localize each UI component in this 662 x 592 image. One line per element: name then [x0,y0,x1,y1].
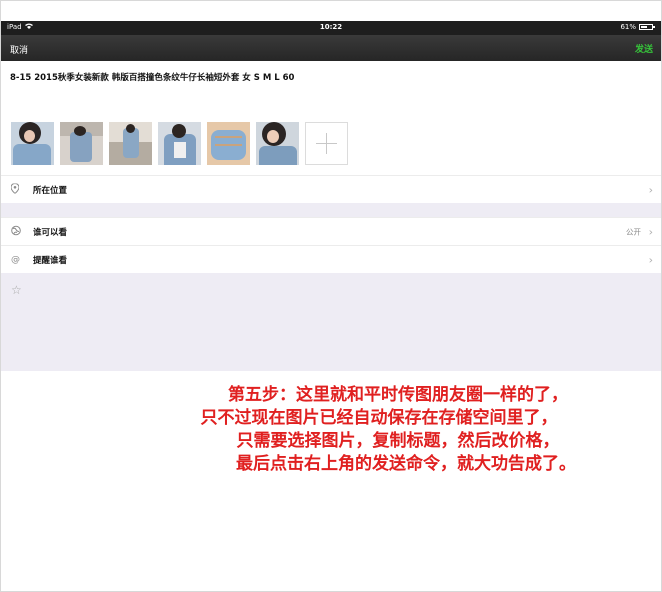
visibility-value: 公开 [626,227,641,236]
battery-fill [641,26,647,28]
chevron-right-icon: › [648,183,653,196]
location-label: 所在位置 [33,185,68,196]
post-text-field[interactable]: 8-15 2015秋季女装新款 韩版百搭撞色条纹牛仔长袖短外套 女 S M L … [10,71,294,83]
remind-row[interactable]: @ 提醒谁看 › [1,245,661,273]
annotation-line-4: 最后点击右上角的发送命令，就大功告成了。 [236,454,576,474]
photo-thumbnails [11,122,348,165]
visibility-row[interactable]: 谁可以看 公开 › [1,217,661,245]
instruction-annotation: 第五步：这里就和平时传图朋友圈一样的了， 只不过现在图片已经自动保存在存储空间里… [1,384,661,476]
battery-icon [639,24,655,30]
section-gap [1,203,661,217]
status-right: 61% [620,23,655,31]
photo-thumbnail-5[interactable] [207,122,250,165]
photo-thumbnail-3[interactable] [109,122,152,165]
nav-bar: 取消 发送 [1,35,661,61]
annotation-line-3: 只需要选择图片，复制标题，然后改价格， [236,431,560,451]
annotation-line-1: 第五步：这里就和平时传图朋友圈一样的了， [228,385,568,405]
cancel-button[interactable]: 取消 [10,43,28,56]
remind-label: 提醒谁看 [33,255,68,266]
battery-percent: 61% [620,23,636,31]
send-button[interactable]: 发送 [635,42,653,55]
bottom-area [1,273,661,371]
at-icon: @ [11,254,20,265]
visibility-label: 谁可以看 [33,227,68,238]
annotation-line-2: 只不过现在图片已经自动保存在存储空间里了， [200,408,558,428]
screenshot-frame: iPad 10:22 61% 取消 发送 8-15 2015秋季女装新款 韩版百… [0,0,662,592]
photo-thumbnail-4[interactable] [158,122,201,165]
add-photo-button[interactable] [305,122,348,165]
star-icon[interactable]: ☆ [11,283,22,297]
location-pin-icon [10,182,20,196]
globe-icon [11,225,21,238]
photo-thumbnail-2[interactable] [60,122,103,165]
status-time: 10:22 [319,23,343,31]
photo-thumbnail-6[interactable] [256,122,299,165]
location-row[interactable]: 所在位置 › [1,175,661,203]
chevron-right-icon: › [648,253,653,266]
photo-thumbnail-1[interactable] [11,122,54,165]
status-bar: iPad 10:22 61% [1,21,661,35]
chevron-right-icon: › [648,225,653,238]
